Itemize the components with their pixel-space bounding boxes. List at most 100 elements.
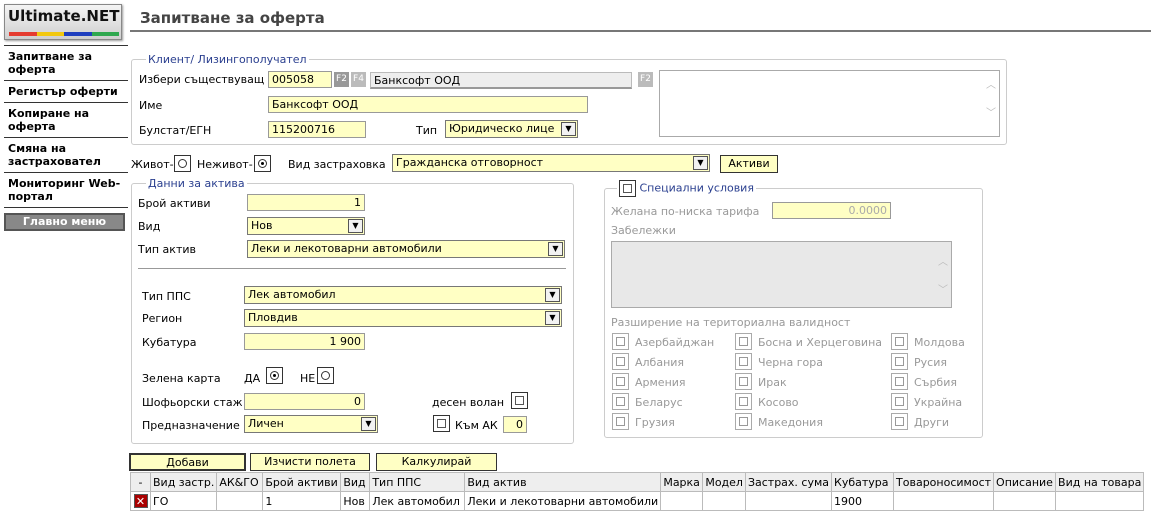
- column-header[interactable]: Модел: [702, 472, 746, 492]
- notes-textarea[interactable]: ︿ ﹀: [611, 241, 952, 308]
- table-cell: ГО: [149, 491, 218, 511]
- checkbox-icon: [895, 337, 904, 346]
- country-checkbox[interactable]: [612, 373, 629, 390]
- asset-count-field[interactable]: 1: [247, 194, 365, 211]
- country-checkbox[interactable]: [735, 353, 752, 370]
- tariff-field[interactable]: 0.0000: [772, 202, 891, 219]
- nav-item-register[interactable]: Регистър оферти: [4, 85, 128, 98]
- asset-type-select[interactable]: Леки и лекотоварни автомобили ▼: [247, 240, 565, 258]
- f4-lookup-button[interactable]: F4: [351, 72, 366, 87]
- to-ak-field[interactable]: 0: [503, 416, 527, 433]
- main-menu-button[interactable]: Главно меню: [4, 213, 125, 231]
- sidebar: Ultimate.NET Запитване за оферта Регистъ…: [0, 0, 128, 519]
- green-card-no-label: НЕ: [300, 372, 316, 385]
- delete-icon[interactable]: ✕: [133, 494, 148, 508]
- rhd-checkbox[interactable]: [511, 392, 528, 409]
- clear-fields-button[interactable]: Изчисти полета: [250, 453, 370, 471]
- country-checkbox[interactable]: [612, 393, 629, 410]
- country-checkbox[interactable]: [891, 393, 908, 410]
- column-header[interactable]: Товароносимост: [893, 472, 995, 492]
- delete-row-cell[interactable]: ✕: [130, 491, 151, 511]
- client-name-field[interactable]: Банксофт ООД: [268, 96, 588, 113]
- column-header[interactable]: АК&ГО: [216, 472, 264, 492]
- table-cell: [660, 491, 704, 511]
- country-label: Русия: [914, 356, 947, 369]
- client-type-select[interactable]: Юридическо лице ▼: [445, 120, 578, 138]
- pps-select[interactable]: Лек автомобил ▼: [244, 286, 562, 304]
- table-cell: [702, 491, 746, 511]
- country-checkbox[interactable]: [735, 333, 752, 350]
- column-header[interactable]: Марка: [660, 472, 704, 492]
- column-header[interactable]: Вид застр.: [149, 472, 218, 492]
- assets-table: - Вид застр. АК&ГО Брой активи Вид Тип ППС Вид…: [130, 472, 1145, 511]
- tariff-label: Желана по-ниска тарифа: [611, 205, 760, 218]
- f2-lookup-button[interactable]: F2: [334, 72, 349, 87]
- country-checkbox[interactable]: [735, 413, 752, 430]
- table-cell: 1900: [831, 491, 895, 511]
- notes-label: Забележки: [611, 224, 676, 237]
- logo[interactable]: Ultimate.NET: [4, 4, 122, 40]
- nav-item-inquiry[interactable]: Запитване за оферта: [4, 50, 128, 76]
- table-cell: 1: [262, 491, 342, 511]
- radio-icon: [178, 159, 187, 168]
- column-header[interactable]: Вид: [340, 472, 371, 492]
- green-card-no-radio[interactable]: [317, 367, 334, 384]
- radio-icon: [321, 371, 330, 380]
- country-checkbox[interactable]: [891, 353, 908, 370]
- table-row[interactable]: ✕ ГО 1 Нов Лек автомобил Леки и лекотоварни а…: [130, 491, 1145, 511]
- green-card-label: Зелена карта: [142, 372, 221, 385]
- asset-type-value: Леки и лекотоварни автомобили: [251, 242, 442, 255]
- country-checkbox[interactable]: [891, 373, 908, 390]
- table-cell: Леки и лекотоварни автомобили: [464, 491, 662, 511]
- add-button[interactable]: Добави: [129, 453, 246, 471]
- insurance-type-select[interactable]: Гражданска отговорност ▼: [392, 154, 710, 172]
- nav-item-change-insurer[interactable]: Смяна на застраховател: [4, 142, 128, 168]
- country-label: Грузия: [635, 416, 675, 429]
- region-select[interactable]: Пловдив ▼: [244, 309, 562, 327]
- nav-item-monitoring[interactable]: Мониторинг Web-портал: [4, 177, 128, 203]
- green-card-yes-radio[interactable]: [266, 367, 283, 384]
- column-header[interactable]: -: [130, 472, 151, 492]
- asset-legend: Данни за актива: [148, 177, 245, 190]
- assets-button[interactable]: Активи: [720, 155, 778, 173]
- country-checkbox[interactable]: [891, 333, 908, 350]
- insurance-type-label: Вид застраховка: [288, 158, 386, 171]
- f2-clear-button[interactable]: F2: [638, 72, 653, 87]
- column-header[interactable]: Вид актив: [464, 472, 662, 492]
- title-divider: [130, 30, 1151, 32]
- scroll-icon[interactable]: ︿ ﹀: [985, 79, 997, 119]
- column-header[interactable]: Вид на товара: [1055, 472, 1145, 492]
- country-checkbox[interactable]: [891, 413, 908, 430]
- nav-item-copy[interactable]: Копиране на оферта: [4, 107, 128, 133]
- life-radio[interactable]: [174, 155, 191, 172]
- client-code-field[interactable]: 005058: [268, 71, 332, 88]
- country-checkbox[interactable]: [735, 393, 752, 410]
- asset-divider: [138, 268, 566, 269]
- checkbox-icon: [616, 377, 625, 386]
- column-header[interactable]: Кубатура: [831, 472, 895, 492]
- kind-select[interactable]: Нов ▼: [247, 217, 365, 235]
- country-checkbox[interactable]: [612, 333, 629, 350]
- client-notes-textarea[interactable]: ︿ ﹀: [659, 70, 1000, 137]
- purpose-select[interactable]: Личен ▼: [244, 415, 378, 433]
- checkbox-icon: [739, 417, 748, 426]
- country-checkbox[interactable]: [612, 413, 629, 430]
- experience-field[interactable]: 0: [244, 393, 365, 410]
- country-checkbox[interactable]: [612, 353, 629, 370]
- column-header[interactable]: Брой активи: [262, 472, 342, 492]
- egn-field[interactable]: 115200716: [268, 121, 366, 138]
- country-checkbox[interactable]: [735, 373, 752, 390]
- column-header[interactable]: Тип ППС: [369, 472, 466, 492]
- checkbox-icon: [616, 417, 625, 426]
- nonlife-radio[interactable]: [254, 155, 271, 172]
- to-ak-checkbox[interactable]: [433, 415, 450, 432]
- column-header[interactable]: Застрах. сума: [744, 472, 833, 492]
- column-header[interactable]: Описание: [993, 472, 1057, 492]
- special-conditions-checkbox[interactable]: [619, 180, 636, 197]
- cc-field[interactable]: 1 900: [244, 333, 365, 350]
- country-label: Молдова: [914, 336, 965, 349]
- scroll-icon[interactable]: ︿ ﹀: [937, 256, 949, 296]
- country-label: Други: [914, 416, 950, 429]
- table-cell: [744, 491, 833, 511]
- calculate-button[interactable]: Калкулирай: [376, 453, 497, 471]
